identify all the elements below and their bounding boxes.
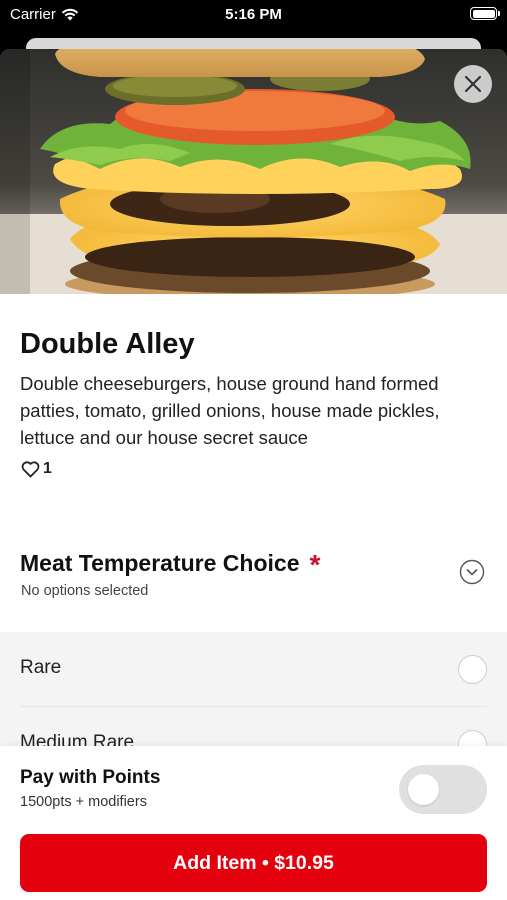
pay-with-points-toggle[interactable] xyxy=(399,765,487,814)
battery-icon xyxy=(470,7,500,20)
item-title: Double Alley xyxy=(20,328,195,360)
like-button[interactable]: 1 xyxy=(21,460,52,478)
modifier-group-title: Meat Temperature Choice * xyxy=(20,546,321,580)
heart-icon xyxy=(21,460,40,477)
option-label: Rare xyxy=(20,657,62,678)
chevron-down-icon xyxy=(459,559,485,585)
option-radio[interactable] xyxy=(458,655,487,684)
option-rare[interactable]: Rare xyxy=(0,632,507,707)
burger-illustration xyxy=(0,49,507,294)
toggle-knob xyxy=(408,774,439,805)
points-cost: 1500pts + modifiers xyxy=(20,794,147,810)
modifier-group-header[interactable]: Meat Temperature Choice * No options sele… xyxy=(0,534,507,632)
modifier-group-name: Meat Temperature Choice xyxy=(20,550,300,576)
modifier-group-status: No options selected xyxy=(21,583,149,599)
status-bar: Carrier 5:16 PM xyxy=(0,0,507,30)
item-description: Double cheeseburgers, house ground hand … xyxy=(20,373,440,448)
like-count: 1 xyxy=(43,460,52,477)
checkout-bar: Pay with Points 1500pts + modifiers Add … xyxy=(0,746,507,900)
item-photo xyxy=(0,49,507,294)
collapse-toggle[interactable] xyxy=(459,559,485,585)
pay-with-points-label: Pay with Points xyxy=(20,767,161,788)
status-time: 5:16 PM xyxy=(225,6,282,23)
add-item-button[interactable]: Add Item • $10.95 xyxy=(20,834,487,892)
close-icon xyxy=(464,75,482,93)
close-button[interactable] xyxy=(454,65,492,103)
required-indicator: * xyxy=(309,549,321,580)
item-detail-sheet: Double Alley Double cheeseburgers, house… xyxy=(0,49,507,900)
